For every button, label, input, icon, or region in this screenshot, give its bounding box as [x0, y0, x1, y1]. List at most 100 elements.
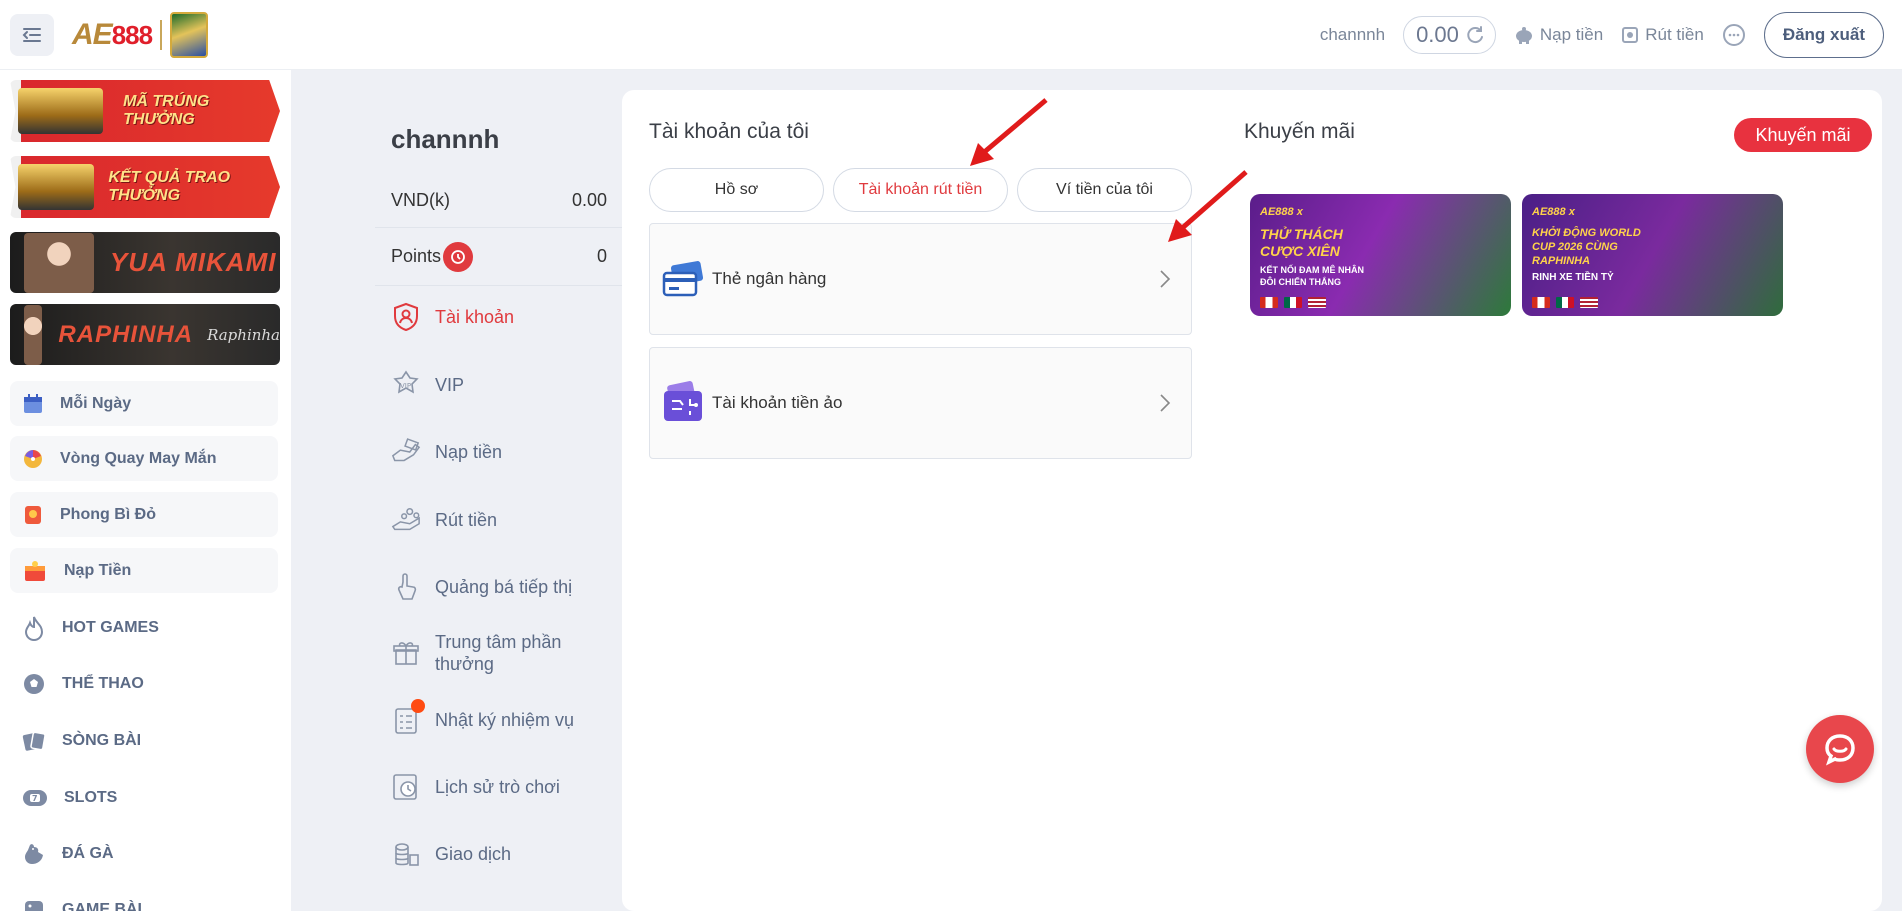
balance-value: 0.00 [1416, 22, 1459, 47]
sidebar-banner-raphinha[interactable]: RAPHINHA Raphinha [10, 304, 280, 365]
header-deposit-link[interactable]: Nạp tiền [1514, 25, 1603, 45]
account-menu-marketing[interactable]: Quảng bá tiếp thị [391, 567, 621, 607]
ambassador-image [24, 232, 94, 293]
points-value: 0 [596, 246, 607, 266]
account-menu-account[interactable]: Tài khoản [391, 297, 621, 337]
collapse-menu-icon [22, 28, 41, 42]
promo-banner-parlay[interactable]: AE888 x THỬ THÁCH CƯỢC XIÊN KẾT NỐI ĐAM … [1250, 194, 1511, 316]
promotions-button[interactable]: Khuyến mãi [1734, 118, 1872, 152]
top-header: AE888 channnh 0.00 Nạp tiền Rút tiền Đăn… [0, 0, 1902, 70]
crypto-wallet-icon [664, 381, 702, 421]
tab-withdraw-accounts[interactable]: Tài khoản rút tiền [833, 168, 1008, 212]
account-tabs: Hồ sơ Tài khoản rút tiền Ví tiền của tôi [649, 168, 1192, 212]
header-withdraw-link[interactable]: Rút tiền [1621, 25, 1704, 45]
mexico-flag-icon [1284, 297, 1302, 308]
account-menu-deposit[interactable]: Nạp tiền [391, 432, 621, 472]
rooster-icon [25, 844, 43, 864]
sidebar-item-hot-games[interactable]: HOT GAMES [10, 608, 278, 648]
flame-icon [24, 616, 44, 641]
vip-icon: VIP [391, 370, 421, 400]
sidebar-banner-yua-mikami[interactable]: YUA MIKAMI [10, 232, 280, 293]
promo-title: THỬ THÁCH CƯỢC XIÊN [1260, 226, 1343, 259]
sidebar-item-label: ĐÁ GÀ [62, 845, 114, 862]
sidebar-banner-winning-code[interactable]: MÃ TRÚNG THƯỞNG [10, 80, 280, 142]
account-menu-rewards[interactable]: Trung tâm phần thưởng [391, 630, 621, 676]
message-icon[interactable] [1722, 23, 1746, 47]
logout-button[interactable]: Đăng xuất [1763, 12, 1884, 58]
sidebar-item-daily[interactable]: Mỗi Ngày [10, 381, 278, 426]
chevron-right-icon [1160, 270, 1171, 288]
main-content-panel: Tài khoản của tôi Hồ sơ Tài khoản rút ti… [622, 90, 1882, 911]
sidebar-item-label: HOT GAMES [62, 619, 159, 636]
sidebar-item-label: Mỗi Ngày [60, 394, 132, 412]
sidebar-item-lucky-wheel[interactable]: Vòng Quay May Mắn [10, 436, 278, 481]
notification-dot [411, 699, 425, 713]
site-logo[interactable]: AE888 [72, 12, 209, 58]
chat-bubble-icon [1825, 734, 1855, 766]
account-menu: channnh VND(k) 0.00 Points 0 Tài khoản V… [375, 90, 623, 911]
bank-card-label: Thẻ ngân hàng [712, 269, 827, 288]
sidebar-banner-label: KẾT QUẢ TRAO THƯỞNG [108, 169, 231, 204]
sidebar-banner-label: MÃ TRÚNG THƯỞNG [123, 93, 210, 128]
signature-label: Raphinha [207, 325, 280, 344]
sidebar-banner-label: YUA MIKAMI [110, 247, 277, 277]
clock-icon[interactable] [443, 241, 474, 272]
account-menu-task-log[interactable]: Nhật ký nhiệm vụ [391, 699, 621, 740]
vnd-label: VND(k) [391, 189, 450, 210]
sidebar-item-cockfight[interactable]: ĐÁ GÀ [10, 834, 278, 874]
red-envelope-icon [25, 505, 41, 524]
account-menu-transactions[interactable]: Giao dịch [391, 834, 621, 874]
bank-card-icon [662, 261, 704, 297]
soccer-ball-icon [24, 674, 44, 694]
shield-user-icon [391, 302, 421, 332]
calendar-icon [24, 393, 42, 413]
trophy-car-image [18, 164, 95, 210]
account-menu-label: Tài khoản [435, 306, 515, 327]
account-username: channnh [391, 124, 500, 154]
svg-text:VIP: VIP [400, 382, 411, 390]
flags-row [1260, 297, 1326, 308]
account-menu-label: Nạp tiền [435, 441, 503, 462]
sidebar-item-label: THỂ THAO [62, 675, 144, 692]
lucky-wheel-icon [24, 449, 42, 468]
promo-banner-world-cup[interactable]: AE888 x KHỞI ĐỘNG WORLD CUP 2026 CÙNG RA… [1522, 194, 1783, 316]
sidebar-item-casino[interactable]: SÒNG BÀI [10, 721, 278, 761]
coins-icon [391, 839, 421, 869]
slot-machine-icon: 7 [23, 790, 47, 806]
history-icon [391, 772, 421, 802]
sidebar-item-red-envelope[interactable]: Phong Bì Đỏ [10, 492, 278, 537]
sidebar-item-deposit[interactable]: Nạp Tiền [10, 548, 278, 593]
my-account-title: Tài khoản của tôi [649, 120, 809, 143]
tab-profile[interactable]: Hồ sơ [649, 168, 824, 212]
promo-subtitle: RINH XE TIỀN TỶ [1532, 272, 1614, 283]
sidebar-item-label: SLOTS [64, 789, 118, 806]
sidebar-banner-label: RAPHINHA [58, 320, 194, 348]
left-sidebar: MÃ TRÚNG THƯỞNG KẾT QUẢ TRAO THƯỞNG YUA … [0, 70, 291, 911]
live-chat-button[interactable] [1806, 715, 1874, 783]
bank-card-item[interactable]: Thẻ ngân hàng [649, 223, 1192, 335]
sidebar-item-card-games[interactable]: GAME BÀI [10, 890, 278, 911]
ambassador-image [24, 304, 43, 365]
canada-flag-icon [1260, 297, 1278, 308]
logo-divider [160, 20, 163, 50]
sidebar-banner-award-results[interactable]: KẾT QUẢ TRAO THƯỞNG [10, 156, 280, 218]
account-menu-withdraw[interactable]: Rút tiền [391, 500, 621, 540]
crypto-account-item[interactable]: Tài khoản tiền ảo [649, 347, 1192, 459]
account-menu-game-history[interactable]: Lịch sử trò chơi [391, 767, 621, 807]
svg-text:7: 7 [32, 794, 38, 803]
deposit-icon [391, 437, 421, 467]
promo-logo: AE888 x [1532, 206, 1575, 218]
flags-row [1532, 297, 1598, 308]
account-menu-vip[interactable]: VIP VIP [391, 365, 621, 405]
tab-my-wallet[interactable]: Ví tiền của tôi [1017, 168, 1192, 212]
promo-title: KHỞI ĐỘNG WORLD CUP 2026 CÙNG RAPHINHA [1532, 227, 1641, 267]
menu-toggle-button[interactable] [10, 14, 54, 56]
promo-logo: AE888 x [1260, 206, 1303, 218]
promotions-title: Khuyến mãi [1244, 120, 1355, 143]
mexico-flag-icon [1556, 297, 1574, 308]
sidebar-item-slots[interactable]: 7 SLOTS [10, 778, 278, 818]
refresh-icon[interactable] [1465, 25, 1485, 45]
sidebar-item-sports[interactable]: THỂ THAO [10, 664, 278, 704]
header-deposit-label: Nạp tiền [1539, 25, 1604, 44]
vnd-balance-row: VND(k) 0.00 [375, 173, 623, 228]
